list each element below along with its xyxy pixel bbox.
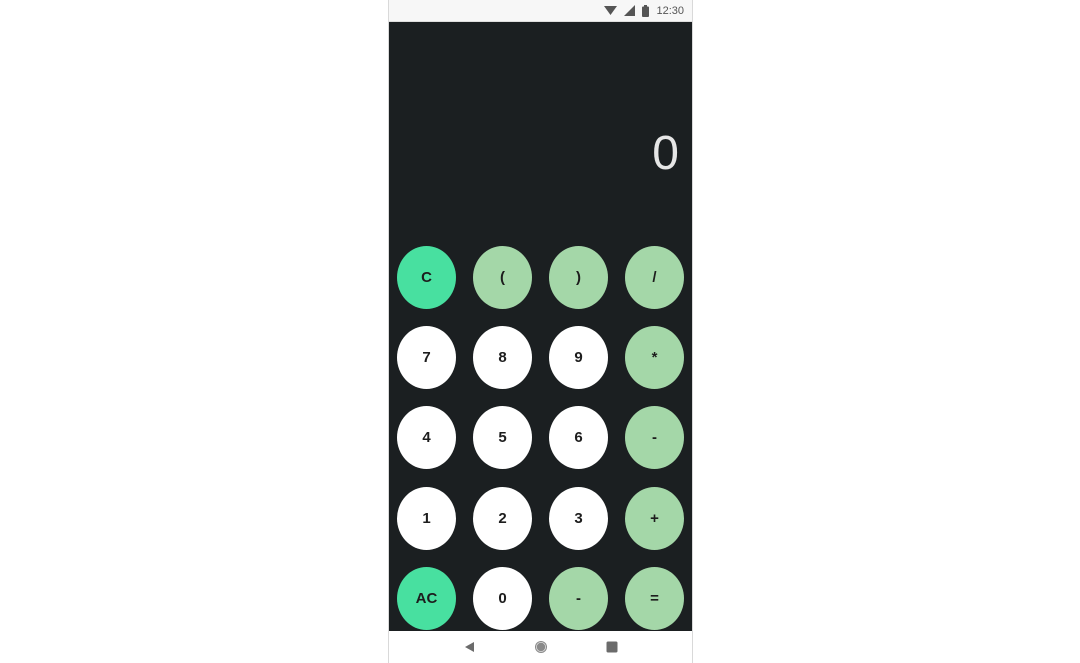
digit-4-button[interactable]: 4 — [397, 406, 456, 469]
divide-button[interactable]: / — [625, 246, 684, 309]
negate-button[interactable]: - — [549, 567, 608, 630]
digit-2-button[interactable]: 2 — [473, 487, 532, 550]
open-paren-button[interactable]: ( — [473, 246, 532, 309]
close-paren-button[interactable]: ) — [549, 246, 608, 309]
phone-screen: 12:30 0 C()/7 8 9 * 4 5 6-1 2 3 + AC 0- = — [388, 0, 693, 663]
calculator-display: 0 — [389, 22, 692, 242]
clear-button[interactable]: C — [397, 246, 456, 309]
add-button[interactable]: + — [625, 487, 684, 550]
digit-3-button[interactable]: 3 — [549, 487, 608, 550]
digit-9-button[interactable]: 9 — [549, 326, 608, 389]
digit-0-button[interactable]: 0 — [473, 567, 532, 630]
display-value: 0 — [652, 127, 679, 180]
digit-6-button[interactable]: 6 — [549, 406, 608, 469]
multiply-button[interactable]: * — [625, 326, 684, 389]
cell-signal-icon — [624, 5, 636, 16]
digit-5-button[interactable]: 5 — [473, 406, 532, 469]
digit-7-button[interactable]: 7 — [397, 326, 456, 389]
status-bar: 12:30 — [389, 0, 692, 22]
digit-1-button[interactable]: 1 — [397, 487, 456, 550]
digit-8-button[interactable]: 8 — [473, 326, 532, 389]
subtract-button[interactable]: - — [625, 406, 684, 469]
back-icon[interactable] — [458, 635, 482, 659]
battery-icon — [642, 4, 650, 17]
recents-icon[interactable] — [600, 635, 624, 659]
equals-button[interactable]: = — [625, 567, 684, 630]
status-time: 12:30 — [656, 4, 684, 17]
wifi-icon — [604, 5, 618, 16]
all-clear-button[interactable]: AC — [397, 567, 456, 630]
navigation-bar — [389, 631, 692, 663]
home-icon[interactable] — [529, 635, 553, 659]
